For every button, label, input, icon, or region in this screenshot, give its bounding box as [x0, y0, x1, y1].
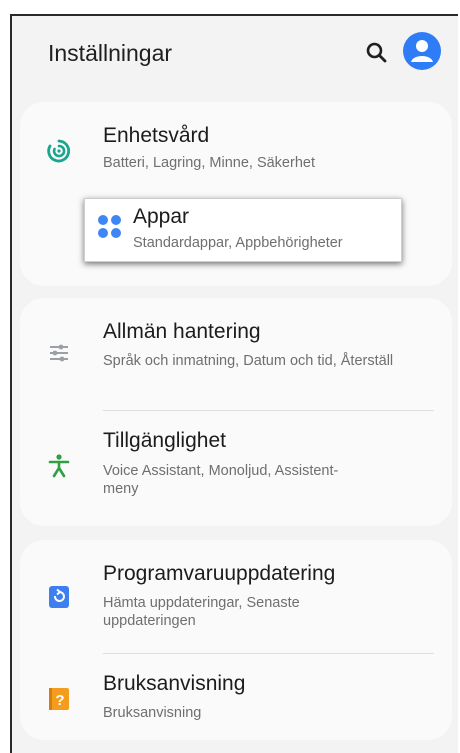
sliders-icon [46, 340, 72, 366]
item-label: Bruksanvisning [103, 672, 246, 695]
item-subtitle: Voice Assistant, Monoljud, Assistent-men… [103, 463, 339, 497]
item-label: Tillgänglighet [103, 429, 226, 452]
device-care-icon [46, 138, 72, 164]
app-header: Inställningar [12, 16, 458, 102]
settings-screen: Inställningar Enhetsvård Batteri, Lagrin… [10, 14, 458, 753]
account-button[interactable] [403, 32, 441, 70]
account-icon [411, 40, 433, 62]
settings-item-software-update[interactable]: Programvaruuppdatering Hämta uppdatering… [20, 540, 452, 652]
user-manual-icon: ? [46, 686, 72, 712]
settings-card-support: Programvaruuppdatering Hämta uppdatering… [20, 540, 452, 740]
item-subtitle: Standardappar, Appbehörigheter [133, 235, 343, 251]
svg-text:?: ? [55, 692, 64, 709]
apps-icon [98, 215, 122, 239]
item-subtitle: Språk och inmatning, Datum och tid, Åter… [103, 353, 394, 369]
software-update-icon [46, 584, 72, 610]
search-button[interactable] [364, 40, 390, 66]
item-subtitle: Bruksanvisning [103, 705, 202, 721]
item-label: Allmän hantering [103, 320, 261, 343]
settings-item-accessibility[interactable]: Tillgänglighet Voice Assistant, Monoljud… [20, 411, 452, 523]
search-icon [366, 42, 387, 63]
settings-item-general-management[interactable]: Allmän hantering Språk och inmatning, Da… [20, 298, 452, 410]
item-label: Appar [133, 205, 190, 228]
accessibility-icon [46, 453, 72, 479]
page-title: Inställningar [48, 40, 173, 66]
item-label: Enhetsvård [103, 124, 210, 147]
item-label: Programvaruuppdatering [103, 562, 336, 585]
item-subtitle: Batteri, Lagring, Minne, Säkerhet [103, 155, 315, 171]
item-subtitle: Hämta uppdateringar, Senaste uppdatering… [103, 595, 300, 629]
settings-card-general: Allmän hantering Språk och inmatning, Da… [20, 298, 452, 526]
settings-item-apps[interactable]: Appar Standardappar, Appbehörigheter [84, 198, 402, 262]
settings-item-user-manual[interactable]: ? Bruksanvisning Bruksanvisning [20, 654, 452, 740]
settings-item-device-care[interactable]: Enhetsvård Batteri, Lagring, Minne, Säke… [20, 102, 452, 192]
